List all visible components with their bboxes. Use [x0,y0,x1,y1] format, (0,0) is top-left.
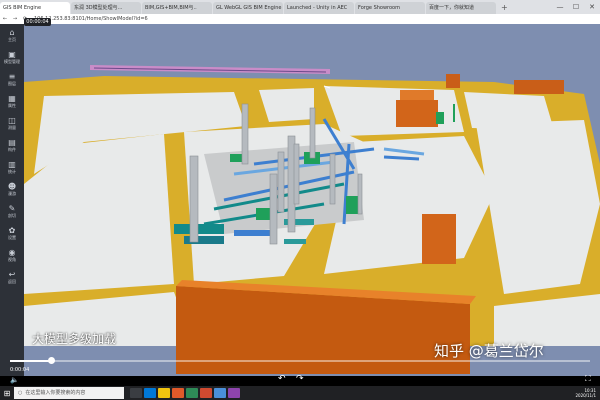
sidebar-item-label: 统计 [8,169,16,174]
sidebar-item-label: 图层 [8,81,16,86]
browser-tab[interactable]: GIS BIM Engine [0,2,70,14]
sidebar-item-settings[interactable]: ✿ 设置 [0,222,24,244]
home-icon: ⌂ [9,28,15,37]
sidebar-item-stats[interactable]: ▥ 统计 [0,156,24,178]
camera-icon: ◉ [8,248,16,257]
bim-scene[interactable] [24,24,600,376]
sidebar-item-layers[interactable]: ≡ 图层 [0,68,24,90]
forward-icon[interactable]: ↷ [296,374,304,384]
taskbar-app-icon[interactable] [214,388,226,398]
sidebar-item-label: 构件 [8,147,16,152]
os-taskbar: ⊞ ○ 在这里输入你要搜索的内容 10:31 2020/11/1 [0,386,600,400]
storage-building [396,100,438,127]
window-controls: — ☐ ✕ [552,0,600,14]
storage-building [400,90,434,100]
browser-tab[interactable]: Forge Showroom [355,2,425,14]
sidebar-item-label: 视角 [8,257,16,262]
windows-start-icon[interactable]: ⊞ [0,389,14,398]
sidebar-item-label: 返回 [8,279,16,284]
taskbar-app-icon[interactable] [186,388,198,398]
settings-icon: ✿ [8,226,16,235]
sidebar-item-properties[interactable]: ▦ 属性 [0,90,24,112]
new-tab-button[interactable]: + [497,2,512,14]
grid-icon: ▦ [8,94,16,103]
sidebar-item-walk[interactable]: ☻ 漫游 [0,178,24,200]
forward-icon[interactable]: → [10,16,20,22]
taskbar-app-icon[interactable] [158,388,170,398]
storage-building [422,214,456,264]
taskbar-app-icon[interactable] [130,388,142,398]
equipment-block [256,208,270,220]
browser-tab[interactable]: Launched - Unity in AEC [284,2,354,14]
browser-tab[interactable]: 东润 3D模型处理与... [71,2,141,14]
url-field[interactable]: 106.12.253.83:8101/Home/ShowIModel?id=6 [34,16,148,22]
back-icon: ↩ [8,270,16,279]
fullscreen-icon[interactable]: ⛶ [585,374,591,384]
sidebar-item-label: 主页 [8,37,16,42]
sidebar-item-measure[interactable]: ◫ 测量 [0,112,24,134]
sidebar-item-back[interactable]: ↩ 返回 [0,266,24,288]
taskbar-app-icon[interactable] [172,388,184,398]
document-icon: ▤ [8,138,16,147]
search-icon: ○ [18,390,23,396]
sidebar-item-label: 设置 [8,235,16,240]
ground-plot [324,86,464,136]
clock-date: 2020/11/1 [575,393,596,398]
wrench-icon: ✎ [8,204,16,213]
sidebar-item-label: 测量 [8,125,16,130]
sidebar-item-home[interactable]: ⌂ 主页 [0,24,24,46]
search-placeholder: 在这里输入你要搜索的内容 [25,390,86,396]
progress-fill [10,360,51,362]
equipment-block [234,230,274,236]
tool-sidebar: ⌂ 主页 ▣ 模型管理 ≡ 图层 ▦ 属性 ◫ 测量 ▤ 构件 ▥ 统计 ☻ 漫游 ✎ 剖切 ✿ 设… [0,24,24,376]
chart-icon: ▥ [8,160,16,169]
volume-icon[interactable]: 🔈 [10,376,19,384]
storage-building [446,74,460,88]
taskbar-search[interactable]: ○ 在这里输入你要搜索的内容 [14,387,124,399]
close-icon[interactable]: ✕ [584,0,600,14]
elapsed-time: 0:00:04 [10,367,30,373]
user-icon: ☻ [7,182,17,191]
equipment-block [284,239,306,244]
sidebar-item-label: 模型管理 [4,59,20,64]
sidebar-item-label: 漫游 [8,191,16,196]
cube-icon: ▣ [8,50,16,59]
maximize-icon[interactable]: ☐ [568,0,584,14]
browser-tab-strip: GIS BIM Engine 东润 3D模型处理与... BIM,GIS+BIM… [0,0,600,14]
taskbar-app-icon[interactable] [228,388,240,398]
sidebar-item-models[interactable]: ▣ 模型管理 [0,46,24,68]
equipment-block [436,112,444,124]
browser-tab[interactable]: 百度一下，你就知道 [426,2,496,14]
browser-tab[interactable]: BIM,GIS+BIM,BIM与.. [142,2,212,14]
progress-bar[interactable] [10,357,590,364]
rewind-icon[interactable]: ↶ [278,374,286,384]
video-player-controls: 0:00:04 🔈 ↶ ↷ ⛶ [0,354,600,386]
sidebar-item-label: 剖切 [8,213,16,218]
taskbar-apps [130,388,240,398]
progress-knob[interactable] [47,357,55,364]
back-icon[interactable]: ← [0,16,10,22]
system-tray-clock: 10:31 2020/11/1 [575,388,600,398]
storage-building [514,80,564,94]
recording-timer: 00:00:04 [24,18,51,26]
layers-icon: ≡ [8,72,16,81]
sidebar-item-view[interactable]: ◉ 视角 [0,244,24,266]
taskbar-app-icon[interactable] [200,388,212,398]
sidebar-item-components[interactable]: ▤ 构件 [0,134,24,156]
3d-viewport[interactable]: 大模型多级加载 [24,24,600,376]
sidebar-item-label: 属性 [8,103,16,108]
minimize-icon[interactable]: — [552,0,568,14]
equipment-block [174,224,224,234]
sidebar-item-section[interactable]: ✎ 剖切 [0,200,24,222]
measure-icon: ◫ [8,116,16,125]
taskbar-app-icon[interactable] [144,388,156,398]
browser-tab[interactable]: GL WebGL GIS BIM Engine [213,2,283,14]
video-caption: 大模型多级加载 [32,332,117,346]
